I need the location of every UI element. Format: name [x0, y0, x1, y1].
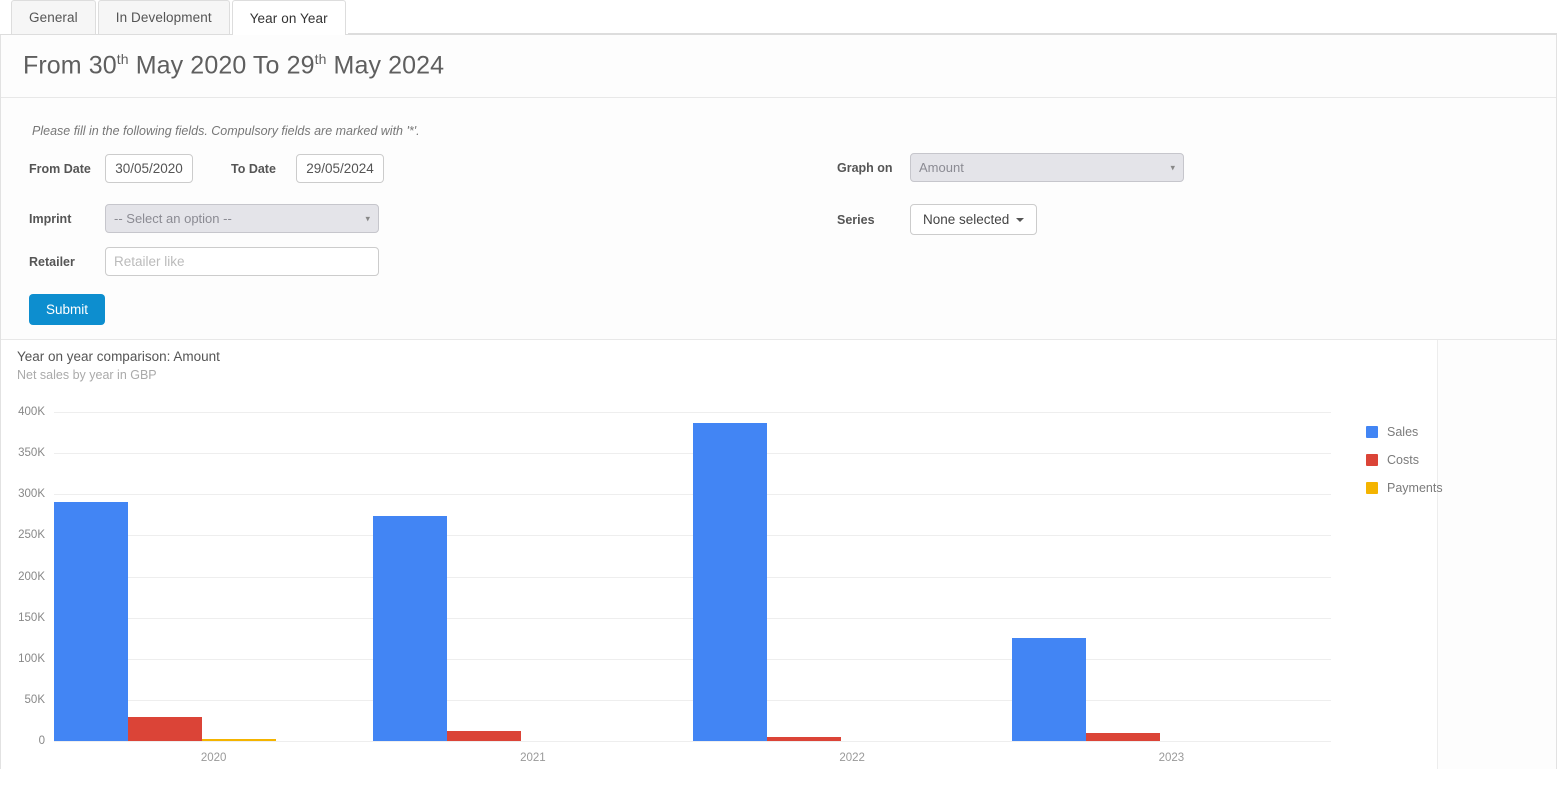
x-axis-tick-label: 2023: [1158, 752, 1185, 764]
x-axis-tick-label: 2020: [200, 752, 227, 764]
y-axis-tick-label: 50K: [24, 693, 45, 706]
from-date-input[interactable]: [105, 154, 193, 183]
bar-costs[interactable]: [447, 731, 522, 741]
bar-sales[interactable]: [692, 422, 767, 741]
to-date-label: To Date: [231, 161, 276, 176]
retailer-row: Retailer: [29, 247, 379, 276]
y-axis-tick-label: 100K: [18, 652, 45, 665]
legend-swatch: [1366, 426, 1378, 438]
page-title-to-rest: May 2024: [333, 51, 445, 80]
page-title-prefix: From: [23, 51, 82, 80]
imprint-label: Imprint: [29, 211, 72, 226]
chart-title: Year on year comparison: Amount: [17, 349, 220, 364]
bar-sales[interactable]: [54, 502, 128, 741]
y-axis-tick-label: 300K: [18, 488, 45, 501]
retailer-label: Retailer: [29, 254, 75, 269]
from-date-label: From Date: [29, 161, 91, 176]
bar-payments[interactable]: [202, 739, 276, 741]
chart-plot-area: 0 50K 100K 150K 200K 250K 300K 350K 400K 2020 2021…: [18, 406, 1331, 764]
retailer-input[interactable]: [105, 247, 379, 276]
bar-group: 2022: [692, 411, 1012, 764]
legend-item[interactable]: Costs: [1366, 446, 1443, 474]
series-dropdown-button[interactable]: None selected: [910, 204, 1038, 235]
bar-costs[interactable]: [1085, 732, 1160, 741]
form-instruction-text: Please fill in the following fields. Com…: [32, 124, 420, 138]
tab-in-development[interactable]: In Development: [97, 0, 230, 34]
page-title-from-rest: May 2020 To: [135, 51, 280, 80]
y-axis-tick-label: 250K: [18, 529, 45, 542]
imprint-select-wrap: -- Select an option -- ▾: [105, 204, 379, 233]
legend-label: Sales: [1387, 425, 1419, 439]
imprint-select[interactable]: -- Select an option --: [105, 204, 379, 233]
bar-costs[interactable]: [128, 717, 202, 741]
legend-label: Costs: [1387, 453, 1419, 467]
graph-on-row: Graph on Amount ▾: [837, 153, 1184, 182]
series-dropdown-label: None selected: [923, 212, 1010, 227]
x-axis-tick-label: 2022: [839, 752, 865, 764]
graph-on-label: Graph on: [837, 160, 893, 175]
tab-year-on-year[interactable]: Year on Year: [231, 0, 346, 35]
legend-swatch: [1366, 454, 1378, 466]
page-title-from-day: 30: [88, 51, 117, 80]
submit-button[interactable]: Submit: [29, 294, 106, 325]
chart-card: Year on year comparison: Amount Net sale…: [1, 340, 1443, 769]
y-axis-tick-label: 350K: [18, 447, 45, 460]
chart-section: Year on year comparison: Amount Net sale…: [1, 340, 1556, 769]
date-range-row: From Date To Date: [29, 154, 384, 183]
series-label: Series: [837, 212, 875, 227]
tab-strip: General In Development Year on Year: [0, 0, 1557, 35]
page-title-from-ordinal: th: [116, 51, 129, 68]
chart-subtitle: Net sales by year in GBP: [17, 368, 157, 382]
bar-group: 2020: [54, 411, 373, 764]
legend-label: Payments: [1387, 481, 1443, 495]
caret-down-icon: [1016, 217, 1025, 222]
page-header: From 30th May 2020 To 29th May 2024: [1, 35, 1556, 98]
imprint-row: Imprint -- Select an option -- ▾: [29, 204, 379, 233]
page-title-to-ordinal: th: [314, 51, 327, 68]
y-axis-tick-label: 200K: [18, 570, 45, 583]
tab-general[interactable]: General: [11, 0, 96, 34]
bar-costs[interactable]: [766, 736, 841, 741]
x-axis-tick-label: 2021: [520, 752, 546, 764]
bar-sales[interactable]: [373, 516, 448, 741]
page-title: From 30th May 2020 To 29th May 2024: [23, 51, 444, 80]
series-row: Series None selected: [837, 204, 1038, 235]
filter-form: Please fill in the following fields. Com…: [1, 98, 1556, 340]
to-date-input[interactable]: [296, 154, 384, 183]
page-panel: From 30th May 2020 To 29th May 2024 Plea…: [0, 35, 1557, 769]
page-title-to-day: 29: [286, 51, 315, 80]
tab-strip-filler: [347, 0, 1557, 34]
y-axis-tick-label: 0: [38, 735, 45, 747]
legend-swatch: [1366, 482, 1378, 494]
y-axis-tick-label: 150K: [18, 611, 45, 624]
legend-item[interactable]: Sales: [1366, 418, 1443, 446]
bar-sales[interactable]: [1011, 638, 1086, 741]
submit-row: Submit: [29, 294, 106, 325]
bar-group: 2023: [1011, 411, 1331, 764]
chart-legend: Sales Costs Payments: [1366, 418, 1443, 502]
legend-item[interactable]: Payments: [1366, 474, 1443, 502]
gridline: [54, 741, 1331, 742]
graph-on-select-wrap: Amount ▾: [910, 153, 1184, 182]
bar-group: 2021: [373, 411, 692, 764]
graph-on-select[interactable]: Amount: [910, 153, 1184, 182]
y-axis-tick-label: 400K: [18, 406, 45, 418]
